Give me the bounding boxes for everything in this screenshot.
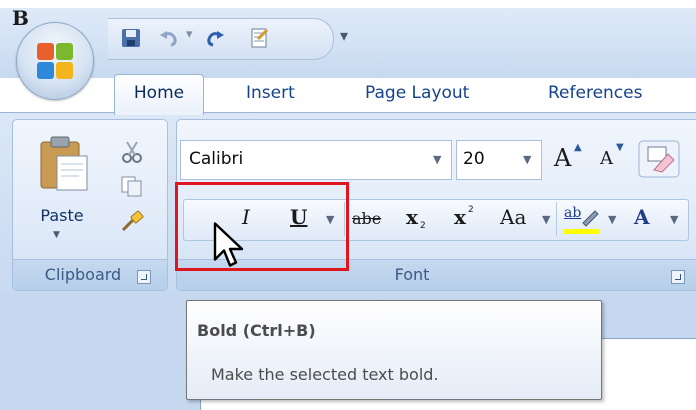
grow-font-glyph: A — [554, 144, 572, 172]
change-case-glyph: Aa — [500, 205, 527, 229]
undo-icon[interactable] — [158, 27, 180, 49]
grow-font-button[interactable]: A ▲ — [548, 140, 588, 178]
change-case-button[interactable]: Aa — [494, 203, 542, 237]
font-name-dropdown-arrow[interactable]: ▼ — [433, 153, 441, 166]
subscript-mark: 2 — [420, 221, 426, 231]
top-strip — [0, 0, 696, 8]
clipboard-group: Paste ▼ Clipboard — [12, 119, 168, 291]
tooltip-title: Bold (Ctrl+B) — [197, 321, 316, 340]
tooltip-description: Make the selected text bold. — [211, 365, 439, 384]
highlighter-pen-icon — [582, 210, 599, 227]
font-size-value: 20 — [463, 149, 485, 169]
separator — [556, 202, 557, 236]
superscript-glyph: x — [454, 205, 466, 229]
highlight-glyph: ab — [564, 205, 582, 221]
subscript-glyph: x — [406, 205, 418, 229]
tab-insert[interactable]: Insert — [246, 74, 295, 114]
font-name-combo[interactable]: Calibri ▼ — [180, 140, 452, 180]
change-case-dropdown-arrow[interactable]: ▼ — [542, 213, 550, 226]
shrink-font-glyph: A — [600, 148, 613, 169]
font-dialog-launcher[interactable] — [671, 270, 685, 284]
highlight-color-bar — [564, 229, 600, 234]
bold-tooltip: Bold (Ctrl+B) Make the selected text bol… — [186, 300, 602, 400]
save-icon[interactable] — [120, 27, 142, 49]
strikethrough-glyph: abe — [352, 209, 382, 228]
word-2007-ribbon-screenshot: ▾ ▾ Home Insert Page Layout References P… — [0, 0, 696, 410]
paste-dropdown-arrow[interactable]: ▼ — [53, 230, 60, 240]
font-size-dropdown-arrow[interactable]: ▼ — [523, 153, 531, 166]
customize-toolbar-arrow[interactable]: ▾ — [340, 26, 348, 45]
subscript-button[interactable]: x 2 — [398, 203, 438, 237]
shrink-font-button[interactable]: A ▼ — [592, 140, 632, 178]
text-highlight-button[interactable]: ab — [560, 203, 604, 237]
font-color-dropdown-arrow[interactable]: ▼ — [670, 213, 678, 226]
bold-glyph: B — [12, 6, 29, 30]
superscript-mark: 2 — [468, 205, 474, 215]
tab-references[interactable]: References — [548, 74, 642, 114]
copy-icon[interactable] — [119, 174, 145, 198]
format-painter-icon[interactable] — [248, 27, 270, 49]
cut-icon[interactable] — [119, 140, 145, 164]
clipboard-dialog-launcher[interactable] — [137, 270, 151, 284]
tab-home[interactable]: Home — [114, 74, 204, 115]
office-button[interactable] — [16, 22, 94, 100]
highlight-dropdown-arrow[interactable]: ▼ — [608, 213, 616, 226]
undo-dropdown-arrow[interactable]: ▾ — [186, 27, 193, 42]
format-painter-brush-icon[interactable] — [119, 210, 145, 234]
quick-access-toolbar: ▾ — [108, 18, 334, 60]
shrink-caret-icon: ▼ — [616, 142, 624, 153]
office-logo-icon — [37, 43, 73, 79]
font-label-text: Font — [394, 265, 430, 284]
callout-highlight-box — [175, 182, 349, 271]
strikethrough-button[interactable]: abe — [348, 203, 392, 237]
mouse-pointer-icon — [213, 222, 244, 267]
paste-icon[interactable] — [37, 134, 93, 192]
superscript-button[interactable]: x 2 — [446, 203, 486, 237]
clipboard-label-text: Clipboard — [44, 265, 122, 284]
clear-formatting-icon[interactable] — [638, 140, 680, 178]
font-color-glyph: A — [634, 205, 650, 229]
grow-caret-icon: ▲ — [574, 142, 582, 153]
tab-page-layout[interactable]: Page Layout — [365, 74, 469, 114]
paste-label[interactable]: Paste — [27, 206, 97, 225]
redo-icon[interactable] — [204, 27, 226, 49]
font-size-combo[interactable]: 20 ▼ — [456, 140, 542, 180]
font-color-button[interactable]: A — [624, 203, 664, 237]
font-name-value: Calibri — [189, 149, 244, 169]
